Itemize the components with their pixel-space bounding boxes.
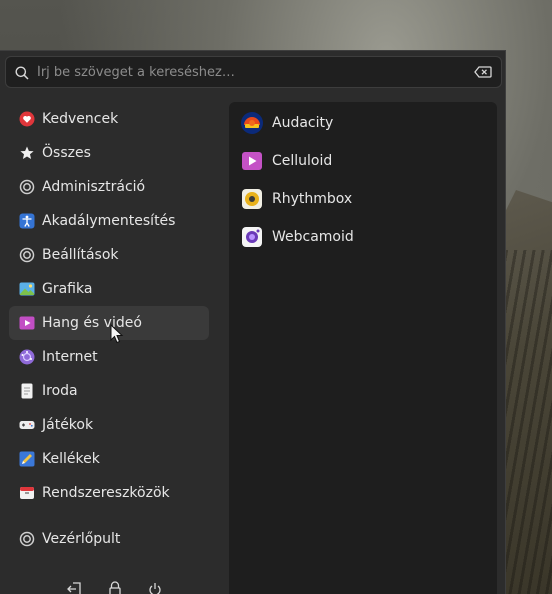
- settings-circle-icon: [19, 247, 35, 263]
- settings-circle-icon: [19, 531, 35, 547]
- pencil-icon: [19, 451, 35, 467]
- category-osszes[interactable]: Összes: [9, 136, 209, 170]
- category-label: Adminisztráció: [42, 179, 146, 195]
- category-label: Összes: [42, 145, 91, 161]
- power-icon[interactable]: [147, 581, 163, 594]
- application-menu: Kedvencek Összes Adminisztráció Akadálym…: [0, 50, 506, 594]
- category-label: Akadálymentesítés: [42, 213, 176, 229]
- app-audacity[interactable]: Audacity: [229, 104, 497, 142]
- settings-circle-icon: [19, 179, 35, 195]
- category-jatekok[interactable]: Játékok: [9, 408, 209, 442]
- category-beallitasok[interactable]: Beállítások: [9, 238, 209, 272]
- rhythmbox-icon: [240, 187, 264, 211]
- category-separator: [9, 510, 209, 522]
- app-celluloid[interactable]: Celluloid: [229, 142, 497, 180]
- category-label: Beállítások: [42, 247, 119, 263]
- audacity-icon: [240, 111, 264, 135]
- search-input[interactable]: [37, 58, 473, 86]
- category-iroda[interactable]: Iroda: [9, 374, 209, 408]
- app-webcamoid[interactable]: Webcamoid: [229, 218, 497, 256]
- toolbox-icon: [19, 485, 35, 501]
- accessibility-icon: [19, 213, 35, 229]
- clear-search-icon[interactable]: [473, 65, 493, 79]
- category-vezerlopult[interactable]: Vezérlőpult: [9, 522, 209, 556]
- category-kedvencek[interactable]: Kedvencek: [9, 102, 209, 136]
- category-akadalymentesites[interactable]: Akadálymentesítés: [9, 204, 209, 238]
- category-grafika[interactable]: Grafika: [9, 272, 209, 306]
- app-list: Audacity Celluloid Rhythmbox Webcamoid: [229, 102, 497, 594]
- search-box: [5, 56, 502, 88]
- heart-icon: [19, 111, 35, 127]
- category-internet[interactable]: Internet: [9, 340, 209, 374]
- media-play-icon: [19, 315, 35, 331]
- category-label: Kedvencek: [42, 111, 119, 127]
- category-label: Iroda: [42, 383, 78, 399]
- category-adminisztracio[interactable]: Adminisztráció: [9, 170, 209, 204]
- globe-icon: [19, 349, 35, 365]
- mouse-cursor-icon: [110, 324, 124, 344]
- webcamoid-icon: [240, 225, 264, 249]
- category-hang-es-video[interactable]: Hang és videó: [9, 306, 209, 340]
- app-label: Webcamoid: [272, 229, 354, 245]
- app-label: Audacity: [272, 115, 334, 131]
- category-kellekek[interactable]: Kellékek: [9, 442, 209, 476]
- category-rendszereszkozok[interactable]: Rendszereszközök: [9, 476, 209, 510]
- image-icon: [19, 281, 35, 297]
- search-icon: [15, 65, 29, 80]
- app-rhythmbox[interactable]: Rhythmbox: [229, 180, 497, 218]
- category-label: Kellékek: [42, 451, 100, 467]
- category-label: Rendszereszközök: [42, 485, 170, 501]
- session-actions: [0, 579, 229, 594]
- celluloid-icon: [240, 149, 264, 173]
- lock-icon[interactable]: [107, 581, 123, 594]
- star-icon: [19, 145, 35, 161]
- gamepad-icon: [19, 417, 35, 433]
- app-label: Rhythmbox: [272, 191, 353, 207]
- category-label: Játékok: [42, 417, 94, 433]
- category-label: Vezérlőpult: [42, 531, 121, 547]
- logout-icon[interactable]: [66, 581, 83, 594]
- app-label: Celluloid: [272, 153, 333, 169]
- category-label: Internet: [42, 349, 98, 365]
- category-label: Grafika: [42, 281, 93, 297]
- document-icon: [19, 383, 35, 399]
- category-list: Kedvencek Összes Adminisztráció Akadálym…: [9, 102, 209, 556]
- category-label: Hang és videó: [42, 315, 142, 331]
